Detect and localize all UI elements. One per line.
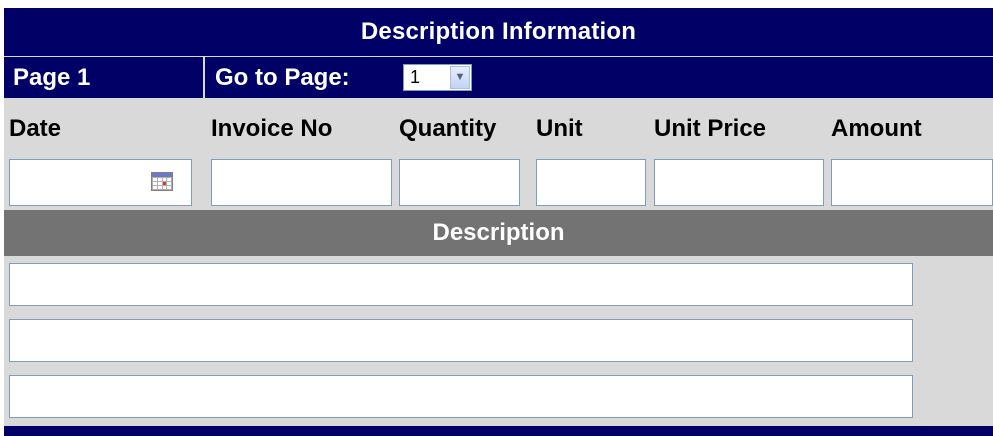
page-select-value: 1 [410,67,421,87]
calendar-icon[interactable] [151,172,173,191]
current-page-label: Page 1 [13,64,91,91]
description-line-3[interactable] [9,375,913,418]
go-to-page-label: Go to Page: [215,64,350,91]
amount-label: Amount [831,115,922,142]
description-header: Description [4,210,993,256]
date-label: Date [9,115,62,142]
page-navigation-bar: Page 1 Go to Page: 1 ▼ [4,57,993,98]
panel-title: Description Information [4,8,993,56]
quantity-label: Quantity [399,115,497,142]
unit-price-field[interactable] [654,159,824,206]
unit-label: Unit [536,115,583,142]
unit-field[interactable] [536,159,646,206]
invoice-no-field[interactable] [211,159,392,206]
top-margin [0,0,993,8]
invoice-no-label: Invoice No [211,115,333,142]
description-line-2[interactable] [9,319,913,362]
quantity-field[interactable] [399,159,520,206]
amount-field[interactable] [831,159,993,206]
description-line-1[interactable] [9,263,913,306]
unit-price-label: Unit Price [654,115,767,142]
footer-bar [4,426,993,436]
page-select[interactable]: 1 ▼ [403,64,472,91]
description-information-panel: Description Information Page 1 Go to Pag… [0,0,993,436]
nav-divider [203,57,205,98]
chevron-down-icon[interactable]: ▼ [450,66,470,89]
